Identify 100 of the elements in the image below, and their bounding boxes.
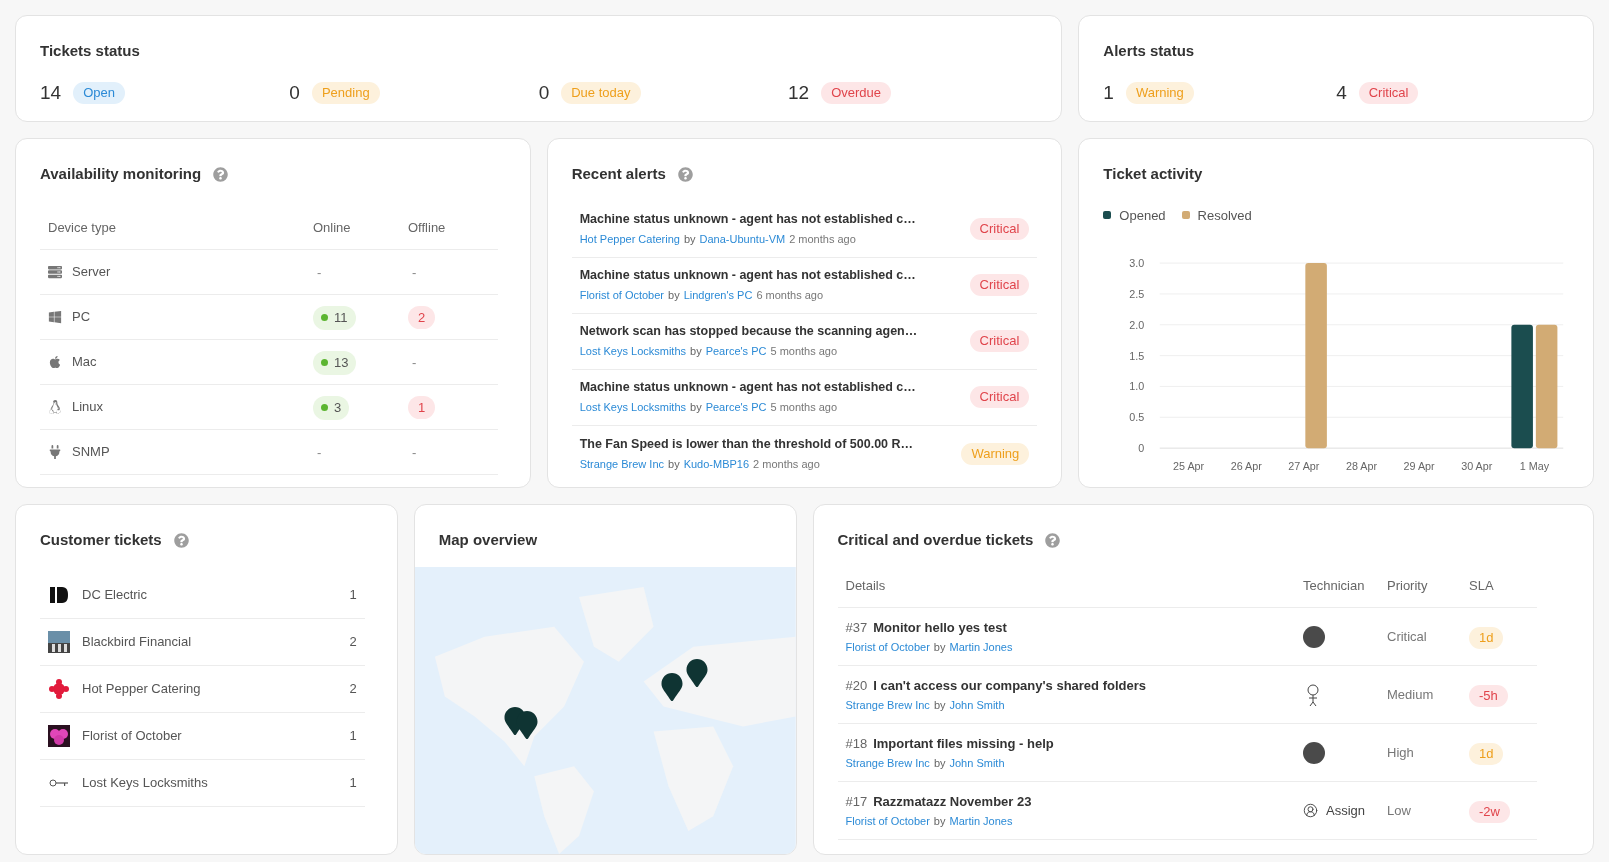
severity-badge: Critical — [969, 386, 1030, 408]
requester-link[interactable]: Martin Jones — [949, 639, 1013, 656]
x-tick-label: 29 Apr — [1403, 459, 1435, 472]
y-tick-label: 2.0 — [1129, 318, 1145, 331]
by-text: by — [668, 456, 680, 472]
table-cell-text: - — [411, 355, 417, 370]
column-header: Online — [313, 218, 352, 237]
customer-link[interactable]: Lost Keys Locksmiths — [579, 343, 687, 360]
ticket-count: 1 — [349, 726, 357, 745]
customer-name[interactable]: DC Electric — [82, 584, 147, 605]
help-icon[interactable] — [1045, 532, 1061, 548]
alert-message[interactable]: Network scan has stopped because the scanning agen… — [579, 322, 918, 342]
y-tick-label: 0 — [1138, 442, 1145, 455]
by-text: by — [668, 288, 680, 304]
device-name: Linux — [72, 398, 104, 417]
ticket-subject[interactable]: Monitor hello yes test — [873, 617, 1007, 637]
priority-text: High — [1387, 743, 1415, 762]
column-header: Priority — [1387, 576, 1429, 595]
assign-button[interactable]: Assign — [1303, 800, 1366, 821]
online-count: 11 — [313, 306, 356, 330]
customer-link[interactable]: Hot Pepper Catering — [579, 231, 680, 248]
device-name: Mac — [72, 353, 97, 372]
status-badge: Open — [73, 81, 125, 104]
card-title: Recent alerts — [571, 164, 666, 184]
customer-name[interactable]: Florist of October — [82, 725, 182, 746]
alert-message[interactable]: Machine status unknown - agent has not established c… — [579, 210, 916, 230]
severity-badge: Critical — [969, 218, 1030, 240]
requester-link[interactable]: John Smith — [949, 755, 1005, 772]
column-header: SLA — [1469, 576, 1495, 595]
offline-count: 1 — [408, 395, 436, 420]
status-badge: Due today — [561, 81, 641, 104]
user-icon — [1303, 803, 1318, 818]
customer-name[interactable]: Lost Keys Locksmiths — [82, 772, 208, 793]
device-link[interactable]: Lindgren's PC — [683, 287, 753, 304]
map-pin-icon[interactable] — [684, 659, 709, 687]
device-link[interactable]: Dana-Ubuntu-VM — [699, 231, 786, 248]
device-name: PC — [72, 308, 91, 327]
device-icon — [48, 355, 62, 369]
by-text: by — [683, 232, 696, 248]
legend-label: Resolved — [1197, 206, 1252, 225]
severity-badge: Critical — [969, 274, 1030, 296]
help-icon[interactable] — [677, 166, 693, 182]
alert-time: 2 months ago — [753, 456, 820, 472]
alert-message[interactable]: Machine status unknown - agent has not established c… — [579, 266, 916, 286]
customer-link[interactable]: Strange Brew Inc — [845, 697, 930, 714]
table-cell-text: - — [411, 445, 417, 460]
x-tick-label: 28 Apr — [1346, 459, 1378, 472]
by-text: by — [933, 814, 946, 829]
ticket-count: 1 — [349, 773, 357, 792]
alert-time: 2 months ago — [789, 232, 856, 248]
help-icon[interactable] — [213, 166, 229, 182]
customer-link[interactable]: Florist of October — [579, 287, 664, 304]
offline-count: 2 — [408, 305, 436, 330]
customer-link[interactable]: Lost Keys Locksmiths — [579, 399, 687, 416]
x-tick-label: 26 Apr — [1231, 459, 1263, 472]
y-tick-label: 2.5 — [1129, 287, 1145, 300]
device-link[interactable]: Pearce's PC — [705, 399, 767, 416]
customer-link[interactable]: Strange Brew Inc — [579, 455, 665, 473]
device-link[interactable]: Pearce's PC — [705, 343, 767, 360]
status-count: 12 — [788, 80, 810, 105]
map-pin-icon[interactable] — [659, 673, 684, 701]
customer-link[interactable]: Florist of October — [845, 813, 930, 830]
customer-name[interactable]: Hot Pepper Catering — [82, 678, 201, 699]
status-count: 0 — [538, 80, 550, 105]
ticket-subject[interactable]: I can't access our company's shared folders — [873, 675, 1146, 695]
alert-time: 5 months ago — [770, 344, 838, 360]
legend-label: Opened — [1119, 206, 1166, 225]
card-title: Map overview — [438, 530, 538, 550]
requester-link[interactable]: John Smith — [949, 697, 1005, 714]
device-icon — [48, 400, 62, 414]
table-cell-text: - — [411, 265, 417, 280]
sla-badge: -2w — [1469, 800, 1510, 823]
table-cell-text: - — [316, 265, 322, 280]
requester-link[interactable]: Martin Jones — [949, 813, 1013, 830]
column-header: Offline — [408, 218, 447, 237]
customer-link[interactable]: Strange Brew Inc — [845, 755, 930, 772]
ticket-number: #37 — [845, 618, 868, 637]
table-cell-text: - — [316, 445, 322, 460]
help-icon[interactable] — [173, 532, 189, 548]
device-name: Server — [72, 263, 111, 282]
online-count: 13 — [313, 351, 357, 375]
y-tick-label: 3.0 — [1129, 257, 1145, 269]
customer-link[interactable]: Florist of October — [845, 639, 930, 656]
status-badge: Pending — [311, 81, 380, 104]
ticket-number: #20 — [845, 676, 868, 695]
device-icon — [48, 310, 62, 324]
status-badge: Overdue — [821, 81, 891, 104]
alert-message[interactable]: Machine status unknown - agent has not established c… — [579, 378, 916, 398]
sla-badge: 1d — [1469, 626, 1504, 649]
alert-message[interactable]: The Fan Speed is lower than the threshold of 500.00 R… — [579, 434, 914, 454]
card-title: Availability monitoring — [40, 164, 202, 184]
ticket-subject[interactable]: Razzmatazz November 23 — [873, 791, 1032, 811]
card-title: Ticket activity — [1103, 164, 1203, 184]
ticket-subject[interactable]: Important files missing - help — [873, 733, 1054, 753]
severity-badge: Warning — [961, 442, 1030, 465]
device-link[interactable]: Kudo-MBP16 — [683, 455, 750, 473]
alert-time: 6 months ago — [756, 288, 824, 304]
y-tick-label: 0.5 — [1129, 411, 1145, 424]
customer-name[interactable]: Blackbird Financial — [82, 631, 192, 652]
status-count: 0 — [289, 80, 300, 105]
